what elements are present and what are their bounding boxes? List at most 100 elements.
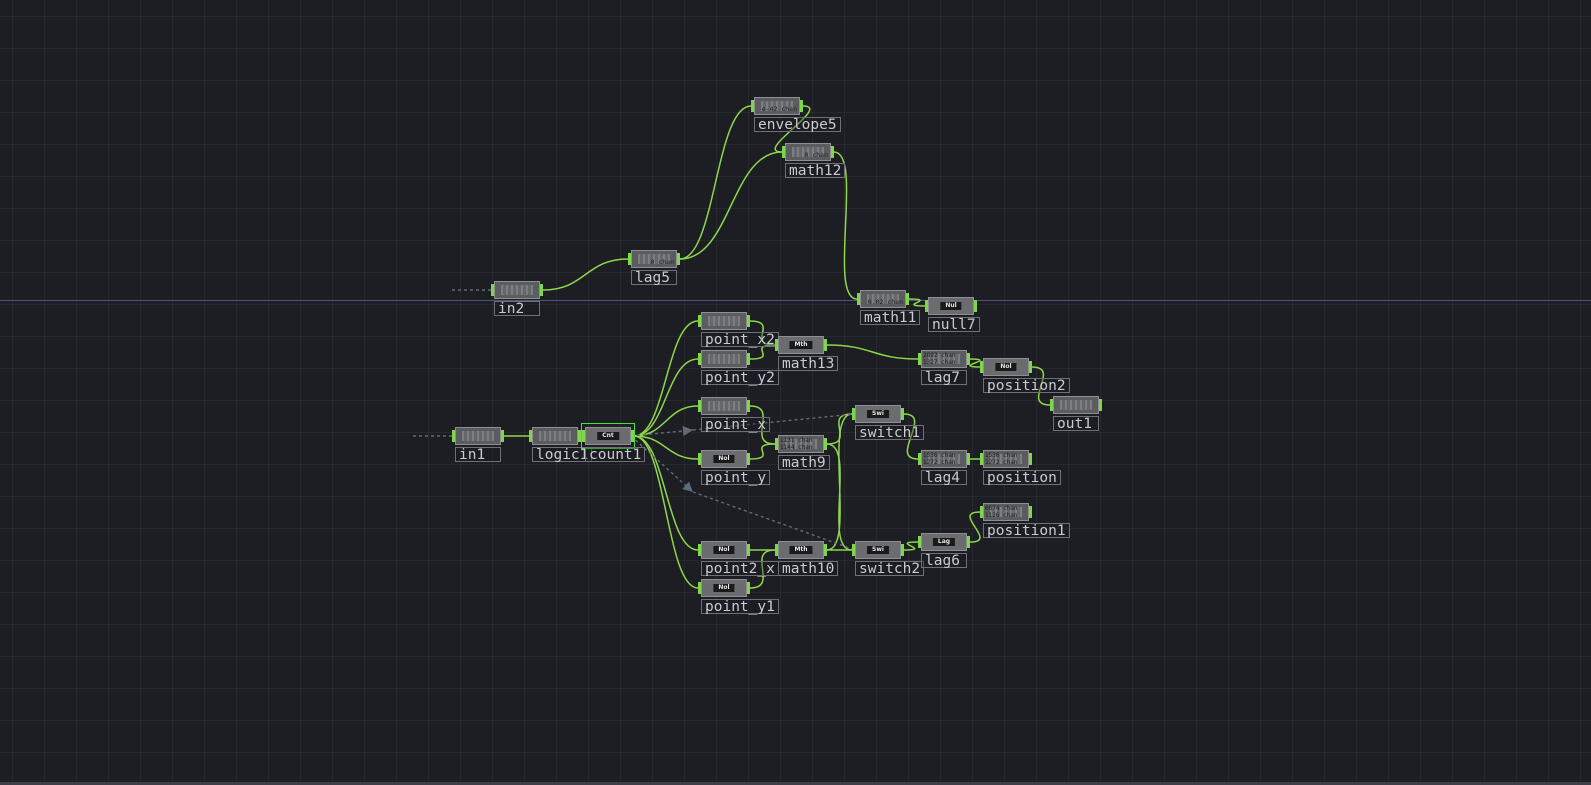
node-label[interactable]: math11 xyxy=(860,310,921,325)
output-port[interactable] xyxy=(901,544,904,556)
output-port[interactable] xyxy=(824,339,827,351)
output-port[interactable] xyxy=(501,430,504,442)
output-port[interactable] xyxy=(901,408,904,420)
node-tile[interactable]: Cnt xyxy=(581,423,635,449)
node-label[interactable]: switch1 xyxy=(855,425,925,440)
output-port[interactable] xyxy=(967,453,970,465)
output-port[interactable] xyxy=(800,100,803,112)
node-tile[interactable]: Lag xyxy=(921,533,967,551)
node-switch2[interactable]: Swi switch2 xyxy=(852,541,925,576)
node-math11[interactable]: 0.02 chan math11 xyxy=(857,290,921,325)
node-math9[interactable]: 1131 chan 1144 chan math9 xyxy=(775,435,830,470)
node-tile[interactable] xyxy=(701,350,747,368)
node-label[interactable]: out1 xyxy=(1053,416,1099,431)
input-port[interactable] xyxy=(852,408,855,420)
input-port[interactable] xyxy=(698,353,701,365)
input-port[interactable] xyxy=(628,253,631,265)
node-tile[interactable]: Nol xyxy=(701,579,747,597)
node-label[interactable]: math9 xyxy=(778,455,830,470)
wire-math13-to-lag7[interactable] xyxy=(826,344,919,360)
node-point_y2[interactable]: point_y2 xyxy=(698,350,779,385)
network-editor[interactable]: e-42 chan envelope5 0 chan math12 0 chan lag5… xyxy=(0,0,1591,785)
output-port[interactable] xyxy=(1029,361,1032,373)
input-port[interactable] xyxy=(491,284,494,296)
node-label[interactable]: point_x2 xyxy=(701,332,779,347)
output-port[interactable] xyxy=(578,430,581,442)
node-point2_x[interactable]: Nol point2_x xyxy=(698,541,779,576)
node-tile[interactable]: Nul xyxy=(928,297,974,315)
node-math12[interactable]: 0 chan math12 xyxy=(782,143,846,178)
node-label[interactable]: lag5 xyxy=(631,270,677,285)
input-port[interactable] xyxy=(529,430,532,442)
output-port[interactable] xyxy=(824,544,827,556)
input-port[interactable] xyxy=(751,100,754,112)
input-port[interactable] xyxy=(698,453,701,465)
input-port[interactable] xyxy=(925,300,928,312)
input-port[interactable] xyxy=(918,536,921,548)
node-point_x[interactable]: point_x xyxy=(698,397,771,432)
node-label[interactable]: math10 xyxy=(778,561,839,576)
node-label[interactable]: in1 xyxy=(455,447,501,462)
input-port[interactable] xyxy=(452,430,455,442)
node-position1[interactable]: 0674 chan 1126 chan position1 xyxy=(980,503,1070,538)
input-port[interactable] xyxy=(698,544,701,556)
node-tile[interactable]: 1131 chan 1144 chan xyxy=(778,435,824,453)
node-label[interactable]: lag6 xyxy=(921,553,967,568)
output-port[interactable] xyxy=(974,300,977,312)
node-math13[interactable]: Mth math13 xyxy=(775,336,839,371)
input-port[interactable] xyxy=(1050,399,1053,411)
node-label[interactable]: point_y1 xyxy=(701,599,779,614)
node-in2[interactable]: in2 xyxy=(491,281,543,316)
output-port[interactable] xyxy=(747,582,750,594)
node-tile[interactable]: e-42 chan xyxy=(754,97,800,115)
output-port[interactable] xyxy=(747,544,750,556)
node-position2[interactable]: Nol position2 xyxy=(980,358,1070,393)
node-null7[interactable]: Nul null7 xyxy=(925,297,980,332)
output-port[interactable] xyxy=(1029,453,1032,465)
node-lag7[interactable]: 2892 chan 1327 chan lag7 xyxy=(918,350,970,385)
output-port[interactable] xyxy=(677,253,680,265)
node-label[interactable]: position xyxy=(983,470,1061,485)
node-tile[interactable]: Mth xyxy=(778,336,824,354)
node-label[interactable]: position2 xyxy=(983,378,1070,393)
node-in1[interactable]: in1 xyxy=(452,427,504,462)
node-position[interactable]: 1536 chan 1272 chan position xyxy=(980,450,1061,485)
input-port[interactable] xyxy=(918,453,921,465)
input-port[interactable] xyxy=(698,582,701,594)
node-tile[interactable]: Swi xyxy=(855,405,901,423)
output-port[interactable] xyxy=(540,284,543,296)
output-port[interactable] xyxy=(1029,506,1032,518)
node-tile[interactable]: 2892 chan 1327 chan xyxy=(921,350,967,368)
input-port[interactable] xyxy=(698,400,701,412)
node-tile[interactable]: Mth xyxy=(778,541,824,559)
wire-count1-to-point_y2[interactable] xyxy=(633,358,699,437)
node-count1[interactable]: Cnt count1 xyxy=(581,423,646,462)
node-tile[interactable] xyxy=(532,427,578,445)
wire-math11-to-null7[interactable] xyxy=(908,298,926,307)
node-label[interactable]: in2 xyxy=(494,301,540,316)
node-point_y1[interactable]: Nol point_y1 xyxy=(698,579,779,614)
node-label[interactable]: lag4 xyxy=(921,470,967,485)
node-math10[interactable]: Mth math10 xyxy=(775,541,839,576)
input-port[interactable] xyxy=(775,438,778,450)
node-lag4[interactable]: 1536 chan 1272 chan lag4 xyxy=(918,450,970,485)
node-label[interactable]: point_y2 xyxy=(701,370,779,385)
output-port[interactable] xyxy=(906,293,909,305)
node-tile[interactable]: 1536 chan 1272 chan xyxy=(921,450,967,468)
node-tile[interactable]: 0.02 chan xyxy=(860,290,906,308)
output-port[interactable] xyxy=(831,146,834,158)
wire-lag6-to-position1[interactable] xyxy=(969,511,981,543)
node-logic1[interactable]: logic1 xyxy=(529,427,593,462)
node-tile[interactable]: Nol xyxy=(701,541,747,559)
node-point_y[interactable]: Nol point_y xyxy=(698,450,771,485)
node-label[interactable]: null7 xyxy=(928,317,980,332)
node-label[interactable]: math13 xyxy=(778,356,839,371)
wire-math10-to-switch1[interactable] xyxy=(826,413,853,551)
node-tile[interactable] xyxy=(1053,396,1099,414)
node-tile[interactable] xyxy=(494,281,540,299)
node-point_x2[interactable]: point_x2 xyxy=(698,312,779,347)
node-lag6[interactable]: Lag lag6 xyxy=(918,533,970,568)
wire-lag7-to-position2[interactable] xyxy=(969,358,981,368)
node-tile[interactable] xyxy=(701,397,747,415)
input-port[interactable] xyxy=(980,361,983,373)
